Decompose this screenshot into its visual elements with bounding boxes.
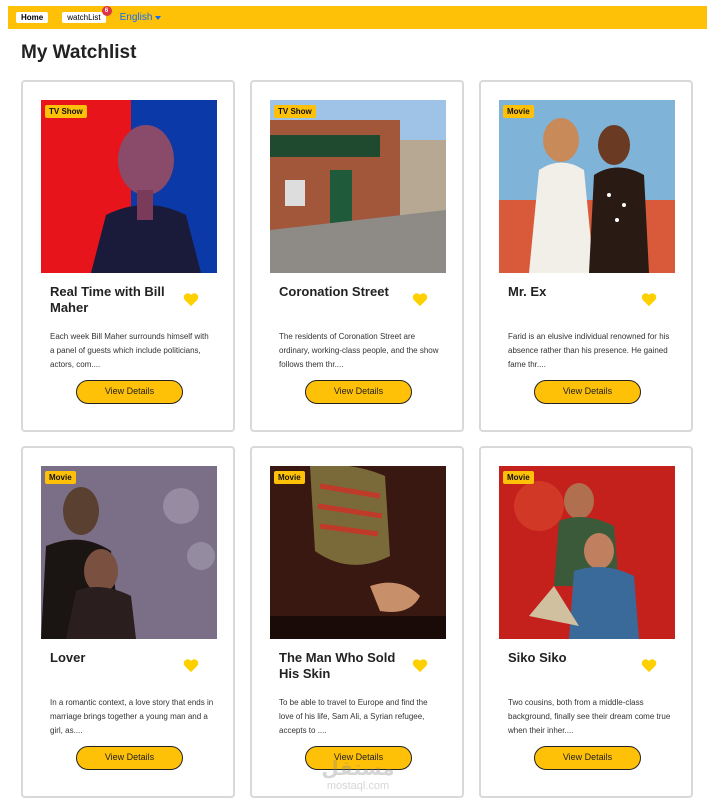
media-type-badge: TV Show <box>274 105 316 118</box>
card-description: Farid is an elusive individual renowned … <box>508 332 670 369</box>
card-title: Lover <box>50 650 86 665</box>
watchlist-card: Movie The Man Who Sold His Skin To be ab… <box>250 446 464 798</box>
media-type-badge: Movie <box>503 471 534 484</box>
heart-icon[interactable] <box>412 658 428 673</box>
card-title: Siko Siko <box>508 650 567 665</box>
watchlist-card: Movie Lover In a romantic context, a lov… <box>21 446 235 798</box>
view-details-button[interactable]: View Details <box>534 746 641 770</box>
poster-image[interactable]: Movie <box>41 466 217 639</box>
language-label: English <box>119 12 153 23</box>
poster-image[interactable]: TV Show <box>41 100 217 273</box>
poster-image[interactable]: TV Show <box>270 100 446 273</box>
card-description: Two cousins, both from a middle-class ba… <box>508 698 671 735</box>
watermark-ar: مستقل <box>321 756 395 780</box>
heart-icon[interactable] <box>641 292 657 307</box>
heart-icon[interactable] <box>183 292 199 307</box>
media-type-badge: Movie <box>503 105 534 118</box>
poster-image[interactable]: Movie <box>499 466 675 639</box>
heart-icon[interactable] <box>641 658 657 673</box>
page-title: My Watchlist <box>21 42 137 63</box>
poster-image[interactable]: Movie <box>270 466 446 639</box>
view-details-button[interactable]: View Details <box>76 746 183 770</box>
watchlist-card: Movie Mr. Ex Farid is an elusive individ… <box>479 80 693 432</box>
top-navbar: Home watchList 6 English <box>8 6 707 29</box>
watchlist-nav-button[interactable]: watchList 6 <box>62 6 112 23</box>
view-details-button[interactable]: View Details <box>534 380 641 404</box>
language-dropdown[interactable]: English <box>120 12 162 23</box>
card-title: Mr. Ex <box>508 284 547 299</box>
card-description: Each week Bill Maher surrounds himself w… <box>50 332 209 369</box>
caret-down-icon <box>155 15 162 20</box>
card-description: In a romantic context, a love story that… <box>50 698 214 735</box>
media-type-badge: TV Show <box>45 105 87 118</box>
view-details-button[interactable]: View Details <box>76 380 183 404</box>
heart-icon[interactable] <box>183 658 199 673</box>
watermark-logo: مستقل mostaql.com <box>308 757 408 797</box>
watchlist-nav-label: watchList <box>67 13 101 22</box>
watchlist-card: TV Show Real Time with Bill Maher Each w… <box>21 80 235 432</box>
home-nav-button[interactable]: Home <box>16 12 49 23</box>
media-type-badge: Movie <box>274 471 305 484</box>
card-title: Real Time with Bill Maher <box>50 284 165 315</box>
watermark-en: mostaql.com <box>326 780 390 792</box>
poster-image[interactable]: Movie <box>499 100 675 273</box>
media-type-badge: Movie <box>45 471 76 484</box>
card-description: The residents of Coronation Street are o… <box>279 332 439 369</box>
view-details-button[interactable]: View Details <box>305 380 412 404</box>
card-description: To be able to travel to Europe and find … <box>279 698 428 735</box>
watchlist-card: Movie Siko Siko Two cousins, both from a… <box>479 446 693 798</box>
card-title: Coronation Street <box>279 284 389 299</box>
watchlist-card: TV Show Coronation Street The residents … <box>250 80 464 432</box>
card-title: The Man Who Sold His Skin <box>279 650 396 681</box>
heart-icon[interactable] <box>412 292 428 307</box>
watchlist-count-badge: 6 <box>101 6 112 16</box>
